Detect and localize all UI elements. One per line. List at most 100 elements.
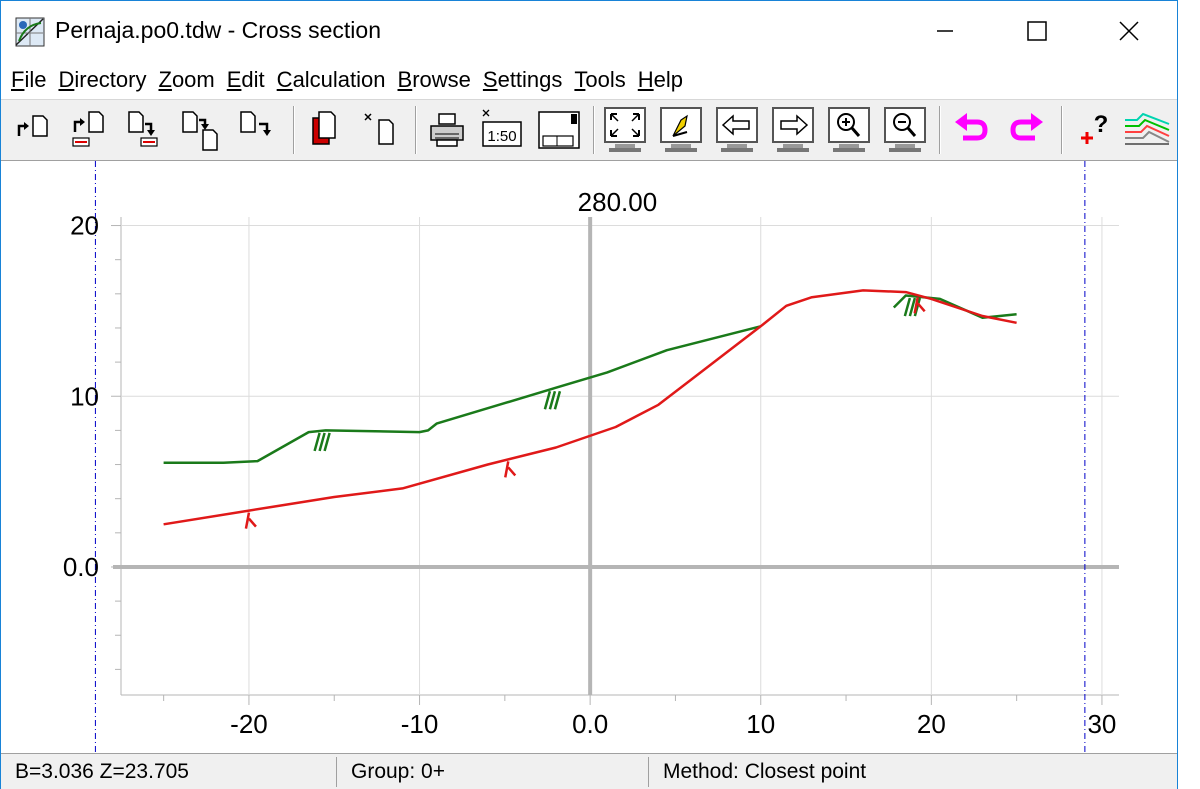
y-tick-label: 10	[70, 381, 99, 411]
x-tick-label: 0.0	[572, 709, 608, 739]
menu-label: elp	[653, 67, 684, 92]
menu-file[interactable]: File	[5, 67, 52, 93]
menu-accelerator: C	[276, 67, 293, 92]
pan-left-icon	[716, 107, 758, 152]
x-tick-label: 10	[746, 709, 775, 739]
toolbar-separator	[1061, 106, 1063, 154]
app-icon	[15, 17, 45, 47]
open-file-2-icon	[72, 111, 104, 147]
print-icon	[430, 113, 464, 147]
toolbar-separator	[415, 106, 417, 154]
toolbar-separator	[293, 106, 295, 154]
cross-section-canvas[interactable]: -20 -10 0.0 10 20 30 0.0 10 20 280.00	[3, 161, 1177, 753]
save-file-button[interactable]	[119, 104, 171, 156]
menu-zoom[interactable]: Zoom	[152, 67, 220, 93]
menu-label: rowse	[412, 67, 471, 92]
scale-label: 1:50	[487, 128, 516, 145]
menu-calculation[interactable]: Calculation	[271, 67, 392, 93]
profile-lines-icon	[1125, 112, 1170, 145]
menu-directory[interactable]: Directory	[52, 67, 152, 93]
window-title: Pernaja.po0.tdw - Cross section	[55, 17, 381, 43]
pan-right-icon	[772, 107, 814, 152]
print-scale-button[interactable]: 1:50	[475, 104, 527, 156]
maximize-icon	[1027, 21, 1047, 41]
x-tick-label: -10	[401, 709, 439, 739]
menu-help[interactable]: Help	[632, 67, 689, 93]
save-file-icon	[128, 111, 158, 147]
open-file-icon	[17, 115, 48, 137]
zoom-fit-button[interactable]	[599, 104, 651, 156]
menu-accelerator: S	[482, 67, 498, 92]
menu-label: oom	[171, 67, 215, 92]
y-tick-label: 20	[70, 211, 99, 241]
menu-browse[interactable]: Browse	[392, 67, 477, 93]
menu-label: ile	[24, 67, 47, 92]
toolbar-separator	[939, 106, 941, 154]
pan-right-button[interactable]	[767, 104, 819, 156]
zoom-out-icon	[884, 107, 926, 152]
zoom-out-button[interactable]	[879, 104, 931, 156]
new-button[interactable]	[355, 104, 407, 156]
y-tick-label: 0.0	[63, 552, 99, 582]
open-file-2-button[interactable]	[63, 104, 115, 156]
terrain-symbol	[543, 390, 562, 410]
rock-symbol	[244, 512, 257, 529]
undo-button[interactable]	[945, 104, 997, 156]
menu-edit[interactable]: Edit	[221, 67, 271, 93]
layout-icon	[538, 111, 580, 149]
add-question-icon: ?	[1081, 111, 1108, 144]
close-icon	[1119, 21, 1139, 41]
status-coordinates: B=3.036 Z=23.705	[1, 757, 337, 787]
open-file-button[interactable]	[9, 104, 61, 156]
cross-section-plot[interactable]: -20 -10 0.0 10 20 30 0.0 10 20 280.00	[3, 161, 1177, 753]
maximize-button[interactable]	[991, 1, 1083, 61]
minimize-button[interactable]	[899, 1, 991, 61]
redo-button[interactable]	[1001, 104, 1053, 156]
zoom-in-button[interactable]	[823, 104, 875, 156]
menu-label: alculation	[292, 67, 386, 92]
close-file-icon	[240, 111, 271, 136]
undo-icon	[955, 113, 988, 141]
print-scale-icon: 1:50	[482, 109, 522, 147]
menu-label: ools	[585, 67, 626, 92]
status-method: Method: Closest point	[663, 760, 867, 783]
layout-button[interactable]	[533, 104, 585, 156]
menu-label: dit	[241, 67, 265, 92]
copy-button[interactable]	[299, 104, 351, 156]
close-file-button[interactable]	[231, 104, 283, 156]
rock-symbol	[504, 461, 517, 478]
menu-accelerator: Z	[158, 67, 172, 92]
menu-accelerator: E	[226, 67, 242, 92]
save-as-button[interactable]	[175, 104, 227, 156]
pan-left-button[interactable]	[711, 104, 763, 156]
close-button[interactable]	[1083, 1, 1175, 61]
profile-lines-button[interactable]	[1121, 104, 1173, 156]
x-tick-label: -20	[230, 709, 268, 739]
menu-accelerator: F	[11, 67, 25, 92]
x-tick-label: 30	[1087, 709, 1116, 739]
save-as-icon	[182, 111, 218, 151]
copy-icon	[312, 111, 336, 145]
menu-bar: File Directory Zoom Edit Calculation Browse Se…	[1, 61, 1177, 99]
title-bar[interactable]: Pernaja.po0.tdw - Cross section	[1, 1, 1177, 61]
menu-accelerator: T	[574, 67, 586, 92]
terrain-symbol	[313, 432, 331, 452]
menu-accelerator: H	[637, 67, 654, 92]
new-icon	[364, 113, 394, 145]
menu-accelerator: B	[397, 67, 413, 92]
menu-label: irectory	[74, 67, 147, 92]
section-title: 280.00	[578, 187, 658, 217]
toolbar-separator	[593, 106, 595, 154]
menu-label: ettings	[497, 67, 563, 92]
add-question-button[interactable]: ?	[1067, 104, 1119, 156]
print-button[interactable]	[421, 104, 473, 156]
menu-accelerator: D	[58, 67, 75, 92]
zoom-window-icon	[660, 107, 702, 152]
status-group: Group: 0+	[337, 757, 649, 787]
redo-icon	[1010, 113, 1043, 141]
menu-tools[interactable]: Tools	[568, 67, 631, 93]
menu-settings[interactable]: Settings	[477, 67, 569, 93]
zoom-window-button[interactable]	[655, 104, 707, 156]
zoom-in-icon	[828, 107, 870, 152]
zoom-fit-icon	[604, 107, 646, 152]
